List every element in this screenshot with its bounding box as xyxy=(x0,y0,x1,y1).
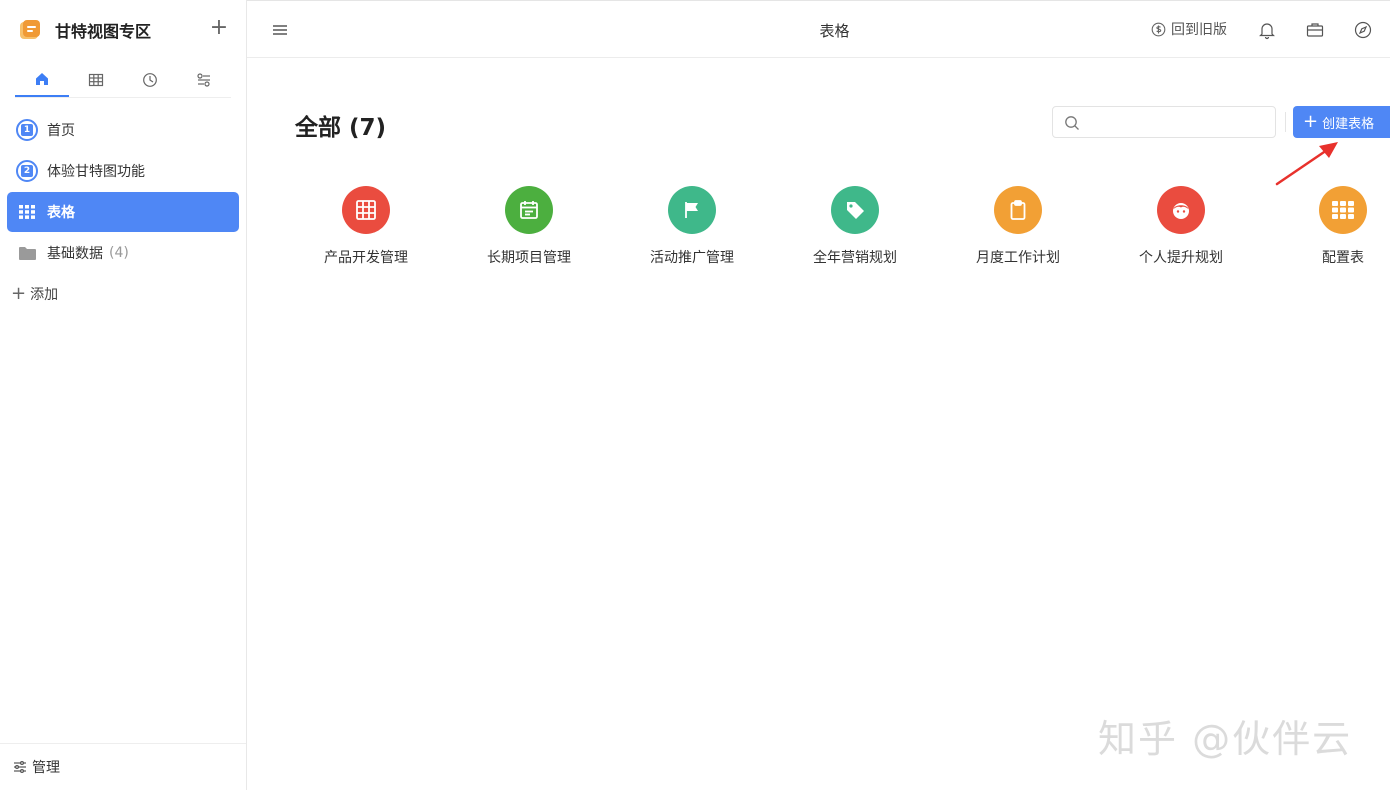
bell-icon[interactable] xyxy=(1257,20,1277,40)
app-logo-icon xyxy=(20,20,40,39)
template-card[interactable]: 长期项目管理 xyxy=(474,186,584,267)
plus-icon: + xyxy=(1303,111,1319,132)
sidebar-item-label: 首页 xyxy=(47,123,75,139)
search-input[interactable] xyxy=(1087,111,1267,133)
item-count: (4) xyxy=(109,245,129,261)
tab-table[interactable] xyxy=(69,62,123,97)
card-label: 月度工作计划 xyxy=(976,250,1060,266)
card-label: 产品开发管理 xyxy=(324,250,408,266)
clipboard-icon xyxy=(1010,200,1026,220)
grid-icon xyxy=(16,201,38,223)
card-label: 配置表 xyxy=(1322,250,1364,266)
compass-icon[interactable] xyxy=(1353,20,1373,40)
card-icon-circle xyxy=(342,186,390,234)
manage-label: 管理 xyxy=(32,760,60,776)
card-label: 活动推广管理 xyxy=(650,250,734,266)
sidebar-item-basic-data[interactable]: 基础数据 (4) xyxy=(7,233,239,273)
sliders-icon xyxy=(14,761,26,774)
face-icon xyxy=(1173,203,1189,219)
tag-icon xyxy=(847,202,864,219)
card-icon-circle xyxy=(1157,186,1205,234)
sidebar-item-gantt-demo[interactable]: 2 体验甘特图功能 xyxy=(7,151,239,191)
table-icon xyxy=(1332,201,1354,219)
app-root: 甘特视图专区 + 1 首页 2 体验甘特图功能 表格 基础数据 (4) + 添加… xyxy=(0,0,1390,790)
add-app-button[interactable]: + xyxy=(208,17,230,39)
template-card[interactable]: 全年营销规划 xyxy=(800,186,910,267)
template-card[interactable]: 活动推广管理 xyxy=(637,186,747,267)
top-bar: 表格 回到旧版 xyxy=(247,0,1390,58)
sidebar-item-home[interactable]: 1 首页 xyxy=(7,110,239,150)
search-icon xyxy=(1065,116,1079,130)
home-icon xyxy=(36,72,48,85)
card-icon-circle xyxy=(668,186,716,234)
search-box xyxy=(1052,106,1276,138)
template-card[interactable]: 个人提升规划 xyxy=(1126,186,1236,267)
sidebar-item-tables[interactable]: 表格 xyxy=(7,192,239,232)
create-table-button[interactable]: + 创建表格 xyxy=(1293,106,1390,138)
coin-icon xyxy=(1151,22,1166,36)
card-icon-circle xyxy=(994,186,1042,234)
plus-icon: + xyxy=(11,283,27,304)
create-table-label: 创建表格 xyxy=(1322,116,1375,132)
template-card[interactable]: 月度工作计划 xyxy=(963,186,1073,267)
number-one-icon: 1 xyxy=(16,119,38,141)
table-icon xyxy=(88,73,104,86)
old-version-button[interactable]: 回到旧版 xyxy=(1151,19,1227,39)
sidebar-nav: 1 首页 2 体验甘特图功能 表格 基础数据 (4) xyxy=(7,110,239,274)
add-item-button[interactable]: + 添加 xyxy=(11,283,58,304)
template-card[interactable]: 配置表 xyxy=(1288,186,1390,267)
old-version-label: 回到旧版 xyxy=(1171,22,1227,38)
flag-icon xyxy=(685,202,698,218)
template-card[interactable]: 产品开发管理 xyxy=(311,186,421,267)
grid-icon xyxy=(356,200,376,220)
tab-recent[interactable] xyxy=(123,62,177,97)
filter-icon xyxy=(197,72,210,87)
sidebar: 甘特视图专区 + 1 首页 2 体验甘特图功能 表格 基础数据 (4) + 添加… xyxy=(0,0,247,790)
section-heading: 全部 (7) xyxy=(295,115,387,141)
number-two-icon: 2 xyxy=(16,160,38,182)
tab-settings[interactable] xyxy=(177,62,231,97)
red-arrow-annotation xyxy=(1275,142,1338,186)
tab-home[interactable] xyxy=(15,62,69,97)
watermark: 知乎 @伙伴云 xyxy=(1098,717,1353,761)
sidebar-tabs xyxy=(15,62,231,98)
card-icon-circle xyxy=(831,186,879,234)
card-label: 个人提升规划 xyxy=(1139,250,1223,266)
clock-icon xyxy=(143,72,157,87)
card-icon-circle xyxy=(1319,186,1367,234)
sidebar-header: 甘特视图专区 + xyxy=(0,0,246,58)
app-title: 甘特视图专区 xyxy=(55,22,152,41)
sidebar-item-label: 基础数据 xyxy=(47,246,103,262)
card-icon-circle xyxy=(505,186,553,234)
calendar-icon xyxy=(520,201,538,219)
add-item-label: 添加 xyxy=(30,286,59,303)
card-label: 长期项目管理 xyxy=(487,250,571,266)
toolbar-divider xyxy=(1285,112,1286,132)
sidebar-item-label: 表格 xyxy=(47,205,75,221)
folder-icon xyxy=(16,242,38,264)
manage-button[interactable]: 管理 xyxy=(0,743,246,790)
sidebar-item-label: 体验甘特图功能 xyxy=(47,164,145,180)
card-label: 全年营销规划 xyxy=(813,250,897,266)
briefcase-icon[interactable] xyxy=(1305,20,1325,40)
